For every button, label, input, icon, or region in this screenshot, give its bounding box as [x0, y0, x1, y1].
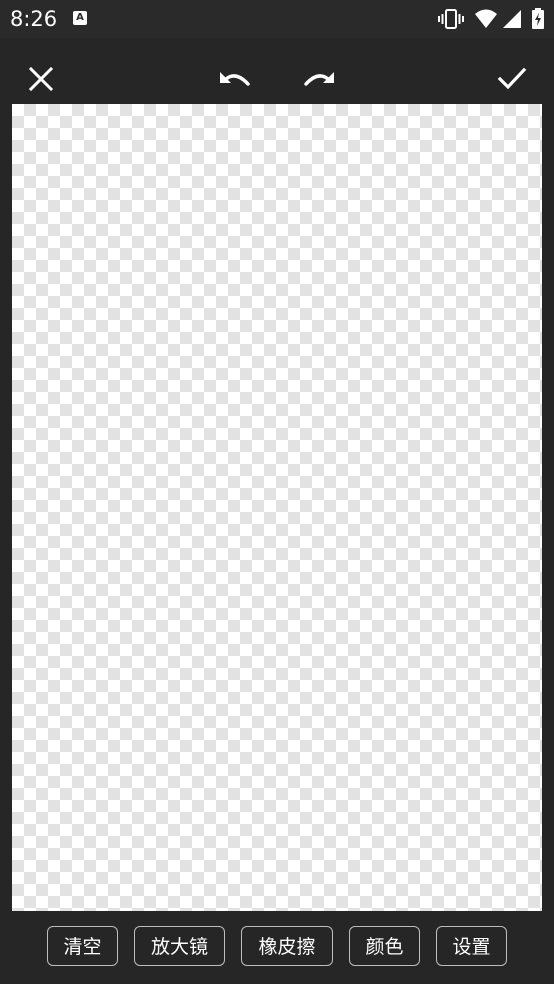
- redo-button[interactable]: [295, 55, 343, 103]
- undo-button[interactable]: [211, 55, 259, 103]
- check-icon: [497, 67, 527, 90]
- magnifier-button[interactable]: 放大镜: [134, 926, 225, 966]
- editor-toolbar: [0, 38, 554, 104]
- notification-glyph: A: [76, 12, 84, 23]
- redo-icon: [304, 72, 334, 86]
- status-bar: 8:26 A: [0, 0, 554, 38]
- confirm-button[interactable]: [488, 55, 536, 103]
- battery-icon: [532, 8, 544, 29]
- notification-icon: A: [73, 11, 87, 25]
- drawing-screen: 8:26 A 清空 放大镜 橡皮擦 颜色 设置: [0, 0, 554, 984]
- bottom-action-bar: 清空 放大镜 橡皮擦 颜色 设置: [0, 911, 554, 984]
- close-icon: [28, 66, 54, 92]
- status-time: 8:26: [10, 7, 58, 31]
- close-button[interactable]: [17, 55, 65, 103]
- signal-icon: [503, 10, 521, 28]
- clear-button[interactable]: 清空: [47, 926, 118, 966]
- wifi-icon: [475, 9, 497, 28]
- vibrate-icon: [438, 9, 464, 29]
- drawing-canvas[interactable]: [12, 104, 542, 911]
- undo-icon: [220, 72, 250, 86]
- settings-button[interactable]: 设置: [436, 926, 507, 966]
- color-button[interactable]: 颜色: [349, 926, 420, 966]
- eraser-button[interactable]: 橡皮擦: [241, 926, 333, 966]
